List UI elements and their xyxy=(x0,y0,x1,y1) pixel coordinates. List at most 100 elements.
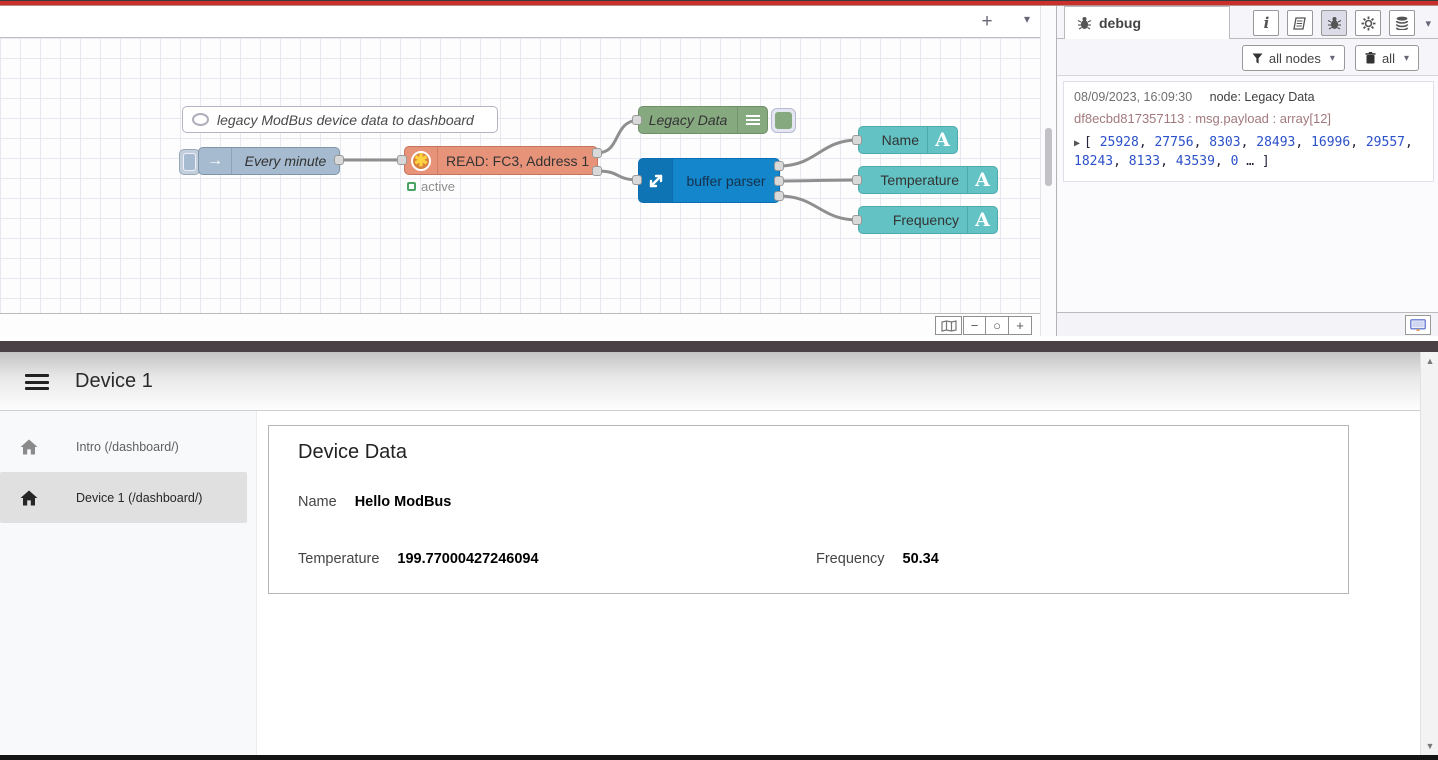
zoom-out-button[interactable]: − xyxy=(963,316,986,335)
wire xyxy=(779,140,858,166)
sidebar-item-label: Device 1 (/dashboard/) xyxy=(76,491,202,505)
ui-text-label: Temperature xyxy=(859,172,967,188)
editor-vertical-scrollbar[interactable] xyxy=(1040,6,1056,336)
field-value: Hello ModBus xyxy=(355,494,452,510)
gear-icon xyxy=(1361,16,1376,31)
comment-node[interactable]: legacy ModBus device data to dashboard xyxy=(182,106,498,133)
add-flow-button[interactable]: + xyxy=(974,9,1000,35)
buffer-parser-output-port-2[interactable] xyxy=(774,176,784,186)
field-temperature: Temperature 199.77000427246094 xyxy=(298,551,539,567)
workspace-tabbar: + ▾ xyxy=(0,6,1040,38)
info-tab-button[interactable]: i xyxy=(1253,10,1279,36)
config-nodes-tab-button[interactable] xyxy=(1355,10,1381,36)
tab-debug[interactable]: debug xyxy=(1064,6,1230,39)
ui-text-node-name[interactable]: Name A xyxy=(858,126,958,154)
buffer-parser-node[interactable]: buffer parser xyxy=(638,158,780,203)
chevron-down-icon: ▾ xyxy=(1404,53,1409,64)
inject-node[interactable]: → Every minute xyxy=(198,147,340,175)
debug-message: 08/09/2023, 16:09:30 node: Legacy Data d… xyxy=(1063,81,1434,182)
comment-label: legacy ModBus device data to dashboard xyxy=(209,112,497,128)
home-icon xyxy=(20,490,40,506)
inject-output-port[interactable] xyxy=(334,155,344,165)
debug-message-list: 08/09/2023, 16:09:30 node: Legacy Data d… xyxy=(1058,76,1438,312)
ui-text-frequency-input-port[interactable] xyxy=(852,215,862,225)
bug-icon xyxy=(1327,16,1342,30)
workspace-menu-chevron-icon[interactable]: ▾ xyxy=(1024,12,1030,26)
sidebar-item-device-1[interactable]: Device 1 (/dashboard/) xyxy=(0,472,247,523)
filter-nodes-button[interactable]: all nodes ▾ xyxy=(1242,45,1345,71)
zoom-in-button[interactable]: + xyxy=(1009,316,1032,335)
scrollbar-thumb[interactable] xyxy=(1045,128,1052,186)
clear-all-label: all xyxy=(1382,51,1395,66)
modbus-icon: ✱ xyxy=(405,147,438,174)
modbus-node-status: active xyxy=(407,179,455,194)
ui-text-node-temperature[interactable]: Temperature A xyxy=(858,166,998,194)
dashboard-window: Device 1 Intro (/dashboard/) Device 1 (/… xyxy=(0,352,1438,755)
book-icon xyxy=(1293,17,1307,30)
ui-text-name-input-port[interactable] xyxy=(852,135,862,145)
debug-payload: ▶[ 25928, 27756, 8303, 28493, 16996, 295… xyxy=(1074,134,1426,171)
card-title: Device Data xyxy=(298,441,407,464)
map-icon xyxy=(941,320,957,332)
debug-payload-array: [ 25928, 27756, 8303, 28493, 16996, 2955… xyxy=(1074,135,1413,169)
sidebar-tabbar: debug i xyxy=(1057,6,1438,39)
status-square-icon xyxy=(407,182,416,191)
scroll-up-arrow-icon[interactable]: ▲ xyxy=(1421,356,1438,366)
debug-tab-button[interactable] xyxy=(1321,10,1347,36)
field-value: 50.34 xyxy=(903,551,939,567)
text-a-icon: A xyxy=(967,207,997,233)
editor-footer: − ○ + xyxy=(0,313,1040,336)
context-data-tab-button[interactable] xyxy=(1389,10,1415,36)
navigator-map-button[interactable] xyxy=(935,316,962,335)
expand-caret-icon[interactable]: ▶ xyxy=(1074,138,1080,149)
sidebar-menu-chevron-icon[interactable]: ▾ xyxy=(1425,17,1431,30)
modbus-output-port-2[interactable] xyxy=(592,166,602,176)
debug-output-lines-icon xyxy=(737,107,767,133)
inject-label: Every minute xyxy=(232,153,339,169)
inject-arrow-icon: → xyxy=(199,148,232,174)
chevron-down-icon: ▾ xyxy=(1330,53,1335,64)
debug-node-legacy-data[interactable]: Legacy Data xyxy=(638,106,768,134)
inject-trigger-button[interactable] xyxy=(179,149,200,175)
ui-text-temperature-input-port[interactable] xyxy=(852,175,862,185)
open-debug-window-button[interactable] xyxy=(1405,315,1431,335)
debug-node-label: Legacy Data xyxy=(639,112,737,128)
home-icon xyxy=(20,439,40,455)
menu-hamburger-icon[interactable] xyxy=(25,374,49,390)
buffer-parser-output-port-3[interactable] xyxy=(774,191,784,201)
field-label: Name xyxy=(298,494,337,510)
filter-nodes-label: all nodes xyxy=(1269,51,1321,66)
screen: + ▾ legacy ModBus device data to dashboa… xyxy=(0,0,1438,760)
clear-messages-button[interactable]: all ▾ xyxy=(1355,45,1419,71)
debug-filter-bar: all nodes ▾ all ▾ xyxy=(1057,39,1438,76)
debug-source-node: node: Legacy Data xyxy=(1210,90,1315,104)
zoom-reset-button[interactable]: ○ xyxy=(986,316,1009,335)
buffer-parser-icon xyxy=(639,159,673,202)
debug-enable-toggle[interactable] xyxy=(771,108,796,133)
modbus-read-label: READ: FC3, Address 1 xyxy=(438,153,597,169)
status-text: active xyxy=(421,179,455,194)
dashboard-scrollbar[interactable]: ▲ ▼ xyxy=(1420,352,1438,755)
field-label: Temperature xyxy=(298,551,379,567)
sidebar-item-intro[interactable]: Intro (/dashboard/) xyxy=(0,421,247,472)
dashboard-header: Device 1 xyxy=(0,352,1438,411)
debug-node-input-port[interactable] xyxy=(632,115,642,125)
field-label: Frequency xyxy=(816,551,885,567)
help-tab-button[interactable] xyxy=(1287,10,1313,36)
modbus-input-port[interactable] xyxy=(397,155,407,165)
ui-text-node-frequency[interactable]: Frequency A xyxy=(858,206,998,234)
debug-sidebar: debug i xyxy=(1056,6,1438,336)
buffer-parser-output-port-1[interactable] xyxy=(774,161,784,171)
dashboard-sidebar: Intro (/dashboard/) Device 1 (/dashboard… xyxy=(0,411,257,755)
device-data-card: Device Data Name Hello ModBus Temperatur… xyxy=(268,425,1349,594)
funnel-icon xyxy=(1252,53,1263,64)
scroll-down-arrow-icon[interactable]: ▼ xyxy=(1421,741,1438,751)
flow-canvas[interactable]: legacy ModBus device data to dashboard →… xyxy=(0,38,1040,313)
modbus-read-node[interactable]: ✱ READ: FC3, Address 1 xyxy=(404,146,598,175)
modbus-output-port-1[interactable] xyxy=(592,148,602,158)
debug-sidebar-footer xyxy=(1057,312,1438,336)
buffer-parser-input-port[interactable] xyxy=(632,175,642,185)
wire xyxy=(779,196,858,220)
comment-icon xyxy=(192,113,209,126)
sidebar-header-buttons: i xyxy=(1253,10,1431,36)
